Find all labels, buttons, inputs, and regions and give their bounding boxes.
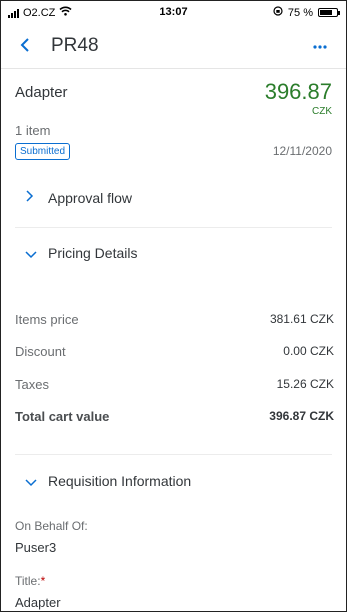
items-price-label: Items price (15, 312, 79, 327)
approval-flow-section-toggle[interactable]: Approval flow (1, 178, 346, 218)
on-behalf-of-label: On Behalf Of: (15, 519, 88, 533)
discount-value: 0.00 CZK (283, 344, 334, 358)
chevron-right-icon (25, 190, 34, 205)
status-bar: O2.CZ 13:07 75 % (1, 1, 346, 25)
taxes-value: 15.26 CZK (276, 377, 334, 391)
items-price-value: 381.61 CZK (269, 312, 334, 326)
chevron-down-icon (25, 475, 37, 490)
more-icon (313, 45, 327, 49)
requisition-info-label: Requisition Information (48, 473, 192, 489)
more-button[interactable] (312, 37, 328, 55)
status-right: 75 % (273, 6, 340, 19)
request-date: 12/11/2020 (272, 144, 332, 158)
requisition-info-section-toggle[interactable]: Requisition Information (1, 461, 346, 501)
required-marker: * (40, 574, 46, 588)
on-behalf-of-value: Puser3 (15, 540, 57, 555)
item-count: 1 item (15, 123, 51, 138)
item-name: Adapter (15, 84, 68, 101)
pricing-details-section-toggle[interactable]: Pricing Details (1, 233, 346, 273)
pricing-details-label: Pricing Details (48, 245, 138, 261)
battery-icon (318, 8, 340, 17)
divider (15, 454, 332, 455)
battery-fill (320, 10, 332, 15)
discount-label: Discount (15, 344, 66, 359)
total-amount: 396.87 (264, 79, 332, 104)
total-cart-value: 396.87 CZK (269, 409, 334, 423)
status-badge: Submitted (15, 143, 71, 160)
title-field-value[interactable]: Adapter (15, 595, 61, 610)
battery-percent: 75 % (287, 6, 313, 19)
back-button[interactable] (19, 33, 31, 59)
chevron-down-icon (25, 247, 37, 262)
amount-currency: CZK (312, 106, 332, 117)
taxes-label: Taxes (15, 377, 49, 392)
screen: O2.CZ 13:07 75 % PR48 Adapter 396.87 CZK… (0, 0, 347, 612)
chevron-left-icon (20, 38, 29, 52)
orientation-lock-icon (273, 6, 283, 19)
total-cart-label: Total cart value (15, 409, 110, 424)
divider (15, 227, 332, 228)
page-title: PR48 (51, 35, 99, 56)
approval-flow-label: Approval flow (48, 190, 133, 206)
title-label-text: Title: (15, 574, 41, 588)
app-header: PR48 (1, 25, 346, 69)
title-field-label: Title:* (15, 574, 45, 588)
